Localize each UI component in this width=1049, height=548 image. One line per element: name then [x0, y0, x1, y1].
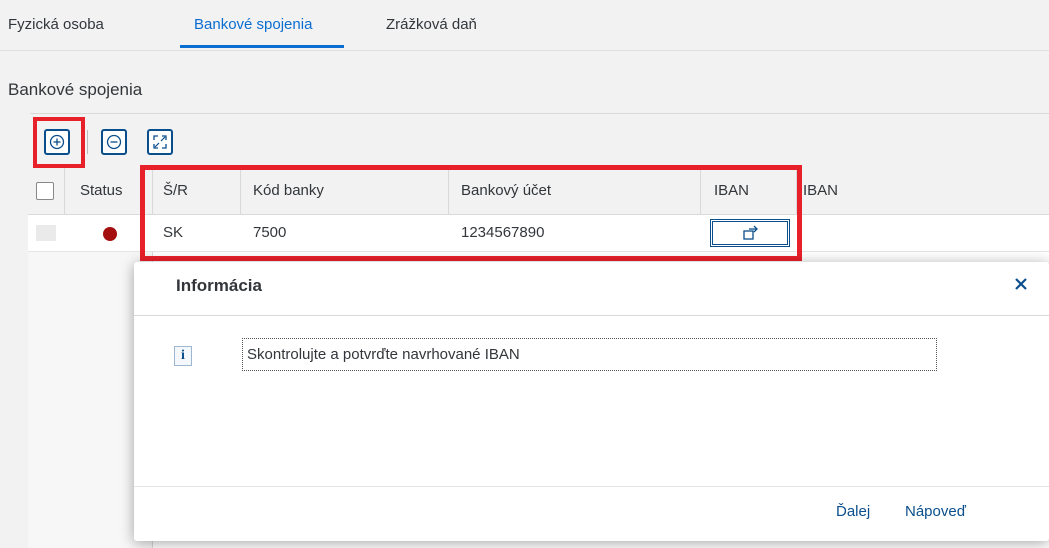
row-selector[interactable] — [36, 225, 56, 241]
status-indicator-icon — [103, 227, 117, 241]
select-all-checkbox[interactable] — [36, 182, 54, 200]
column-header-status: Status — [80, 182, 123, 199]
section-divider — [30, 113, 1049, 114]
tab-fyzicka-osoba[interactable]: Fyzická osoba — [8, 0, 104, 50]
info-icon: i — [174, 346, 192, 366]
message-text: Skontrolujte a potvrďte navrhované IBAN — [242, 338, 937, 371]
close-icon — [1015, 278, 1027, 290]
tab-zrazkova-dan[interactable]: Zrážková daň — [386, 0, 477, 50]
fullscreen-button[interactable] — [147, 129, 173, 155]
info-dialog: Informácia i Skontrolujte a potvrďte nav… — [134, 262, 1049, 541]
toolbar-separator — [87, 130, 88, 154]
close-button[interactable] — [1009, 272, 1033, 296]
active-tab-indicator — [180, 45, 344, 48]
fullscreen-icon — [153, 135, 167, 149]
help-button[interactable]: Nápoveď — [905, 500, 966, 524]
minus-circle-icon — [106, 134, 122, 150]
tab-bankove-spojenia[interactable]: Bankové spojenia — [194, 0, 312, 50]
remove-row-button[interactable] — [101, 129, 127, 155]
next-button[interactable]: Ďalej — [836, 500, 870, 524]
row-highlight — [140, 165, 802, 261]
tab-bar — [0, 0, 1049, 51]
column-header-iban: IBAN — [803, 182, 839, 199]
section-title: Bankové spojenia — [8, 80, 143, 99]
dialog-title: Informácia — [176, 276, 262, 295]
dialog-header-divider — [134, 315, 1049, 316]
dialog-footer-divider — [134, 486, 1049, 487]
add-button-highlight — [33, 117, 85, 168]
